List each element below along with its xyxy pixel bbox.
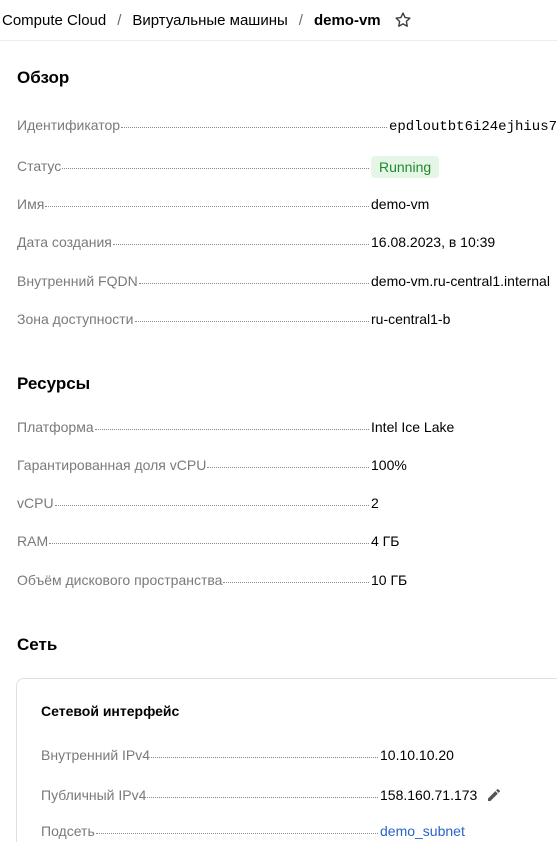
breadcrumb-separator: /: [117, 11, 122, 29]
vcpu-value: 2: [371, 495, 379, 511]
info-row-internal-ipv4: Внутренний IPv4 10.10.10.20: [41, 746, 557, 764]
vm-overview-page: Compute Cloud / Виртуальные машины / dem…: [0, 0, 557, 842]
dotted-leader: [207, 467, 369, 468]
ram-value: 4 ГБ: [371, 533, 400, 549]
platform-value: Intel Ice Lake: [371, 419, 455, 435]
dotted-leader: [94, 429, 369, 430]
info-row-public-ipv4: Публичный IPv4 158.160.71.173: [41, 783, 557, 804]
network-section: Сеть: [17, 635, 557, 665]
info-row-id: Идентификатор epdloutbt6i24ejhius7: [17, 116, 557, 136]
row-label: Зона доступности: [17, 311, 134, 327]
section-title-overview: Обзор: [17, 68, 70, 87]
info-row-zone: Зона доступности ru-central1-b: [17, 310, 557, 328]
dotted-leader: [54, 505, 369, 506]
network-interface-card: Сетевой интерфейс Внутренний IPv4 10.10.…: [16, 678, 557, 842]
info-row-name: Имя demo-vm: [17, 195, 557, 213]
info-row-created: Дата создания 16.08.2023, в 10:39: [17, 233, 557, 251]
internal-ipv4-value: 10.10.10.20: [380, 747, 454, 763]
vcpu-fraction-value: 100%: [371, 457, 407, 473]
public-ipv4-value: 158.160.71.173: [380, 787, 478, 803]
row-label: Статус: [17, 158, 62, 174]
dotted-leader: [95, 833, 378, 834]
pencil-icon[interactable]: [485, 786, 503, 804]
subnet-link[interactable]: demo_subnet: [380, 823, 465, 839]
info-row-fqdn: Внутренний FQDN demo-vm.ru-central1.inte…: [17, 272, 557, 290]
fqdn-value: demo-vm.ru-central1.internal: [371, 273, 550, 289]
vm-id-value[interactable]: epdloutbt6i24ejhius7: [389, 118, 557, 136]
info-row-disk: Объём дискового пространства 10 ГБ: [17, 571, 557, 589]
dotted-leader: [62, 168, 369, 169]
row-label: Объём дискового пространства: [17, 572, 223, 588]
dotted-leader: [49, 543, 369, 544]
breadcrumb-compute-cloud[interactable]: Compute Cloud: [2, 12, 106, 29]
resources-section: Ресурсы Платформа Intel Ice Lake Гаранти…: [17, 374, 557, 604]
section-title-network: Сеть: [17, 635, 58, 654]
dotted-leader: [121, 127, 387, 128]
dotted-leader: [45, 206, 369, 207]
overview-section: Обзор Идентификатор epdloutbt6i24ejhius7…: [17, 68, 557, 338]
dotted-leader: [134, 321, 369, 322]
row-label: Внутренний FQDN: [17, 273, 138, 289]
info-row-vcpu: vCPU 2: [17, 494, 557, 512]
info-row-vcpu-fraction: Гарантированная доля vCPU 100%: [17, 456, 557, 474]
dotted-leader: [151, 757, 378, 758]
row-label: Публичный IPv4: [41, 787, 147, 803]
status-badge: Running: [371, 156, 440, 178]
vm-name-value: demo-vm: [371, 196, 430, 212]
disk-value: 10 ГБ: [371, 572, 408, 588]
network-interface-title: Сетевой интерфейс: [41, 703, 180, 719]
row-label: vCPU: [17, 495, 54, 511]
row-label: Идентификатор: [17, 117, 121, 133]
breadcrumb-virtual-machines[interactable]: Виртуальные машины: [132, 12, 287, 29]
breadcrumb-current-vm: demo-vm: [313, 11, 381, 29]
row-label: Гарантированная доля vCPU: [17, 457, 207, 473]
row-label: Платформа: [17, 419, 94, 435]
breadcrumb-separator: /: [298, 11, 303, 29]
info-row-subnet: Подсеть demo_subnet: [41, 822, 557, 840]
row-label: Подсеть: [41, 823, 95, 839]
star-outline-icon[interactable]: [393, 10, 413, 30]
info-row-status: Статус Running: [17, 155, 557, 178]
row-label: RAM: [17, 533, 49, 549]
info-row-ram: RAM 4 ГБ: [17, 532, 557, 550]
info-row-platform: Платформа Intel Ice Lake: [17, 418, 557, 436]
breadcrumb: Compute Cloud / Виртуальные машины / dem…: [0, 0, 557, 41]
dotted-leader: [223, 582, 369, 583]
dotted-leader: [112, 244, 369, 245]
created-date-value: 16.08.2023, в 10:39: [371, 234, 496, 250]
row-label: Имя: [17, 196, 45, 212]
dotted-leader: [138, 283, 369, 284]
row-label: Дата создания: [17, 234, 112, 250]
section-title-resources: Ресурсы: [17, 374, 91, 393]
dotted-leader: [147, 797, 378, 798]
row-label: Внутренний IPv4: [41, 747, 151, 763]
zone-value: ru-central1-b: [371, 311, 451, 327]
